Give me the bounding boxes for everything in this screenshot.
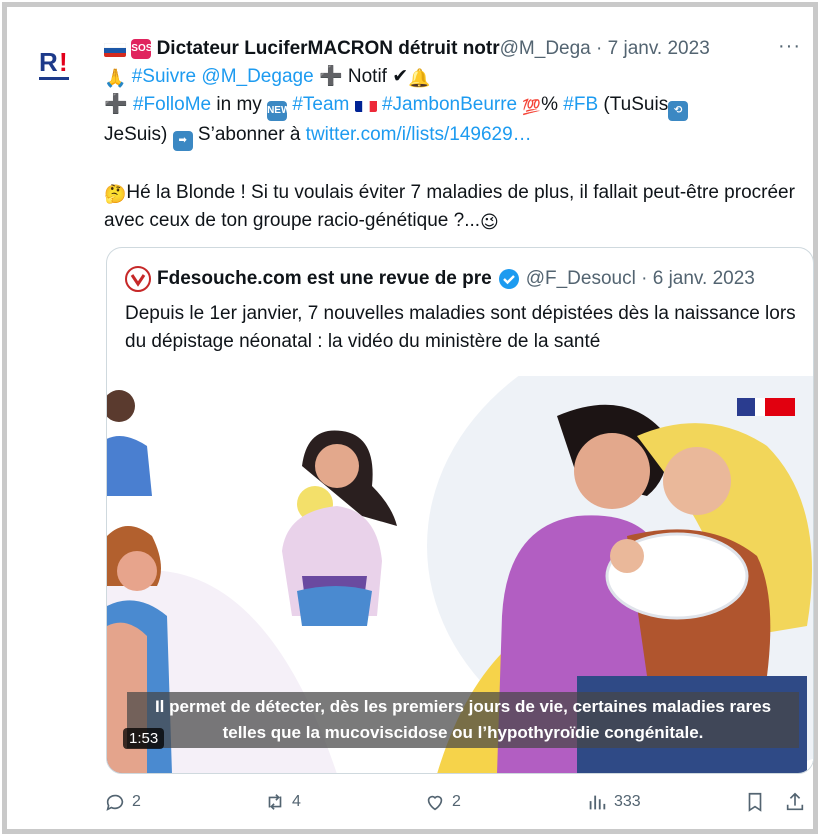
hashtag-followme[interactable]: #FolloMe [133,94,211,115]
retweet-icon [268,794,282,810]
views-count: 333 [614,793,641,810]
svg-text:R: R [39,47,58,77]
bell-icon: 🔔 [408,68,431,88]
plus-icon: ➕ [318,66,343,87]
quoted-author-name[interactable]: Fdesouche.com est une revue de pre [157,268,492,290]
video-player[interactable]: Il permet de détecter, dès les premiers … [107,376,813,773]
check-mark-icon: ✔ [392,66,409,87]
quoted-author-avatar[interactable] [125,266,151,292]
author-name[interactable]: Dictateur LuciferMACRON détruit notr [157,38,500,60]
plus-icon: ➕ [104,94,128,115]
percent-text: % [541,94,559,115]
more-options-icon[interactable]: ··· [778,35,801,58]
jesuis-text: JeSuis) [104,124,168,145]
quoted-tweet-header: Fdesouche.com est une revue de pre @F_De… [125,266,755,292]
abonner-text: S’abonner à [192,124,306,145]
separator-dot: · [596,38,603,59]
notif-label: Notif [347,66,387,87]
tweet-date[interactable]: 7 janv. 2023 [608,38,710,60]
bookmark-button[interactable] [744,791,766,813]
heart-icon [427,795,443,811]
reply-icon [106,794,124,811]
like-count: 2 [452,793,461,810]
russia-flag-icon [104,42,126,57]
sos-icon: SOS [131,39,152,59]
repeat-icon: ⟲ [668,101,689,121]
in-my-text: in my [211,94,268,115]
tweet-header: SOS Dictateur LuciferMACRON détruit notr… [104,35,809,63]
hashtag-fb[interactable]: #FB [563,94,598,115]
tweet-body: SOS Dictateur LuciferMACRON détruit notr… [104,35,809,235]
views-button[interactable]: 333 [586,791,641,813]
separator-dot: · [641,268,648,289]
quoted-tweet[interactable]: Fdesouche.com est une revue de pre @F_De… [106,247,814,774]
verified-badge-icon [498,268,520,290]
screenshot-frame: R ! SOS Dictateur LuciferMACRON détruit … [2,2,818,834]
share-icon [786,792,804,811]
author-handle[interactable]: @M_Dega [500,38,591,60]
views-chart-icon [589,795,606,810]
new-icon: NEW [267,101,290,121]
quoted-tweet-date[interactable]: 6 janv. 2023 [653,268,755,290]
hashtag-team[interactable]: #Team [292,94,349,115]
folded-hands-icon: 🙏 [104,68,127,88]
like-button[interactable]: 2 [424,791,461,813]
france-flag-icon [354,97,377,112]
hashtag-suivre[interactable]: #Suivre [132,66,196,87]
winking-face-icon: 😉 [480,212,499,232]
retweet-count: 4 [292,793,301,810]
mention-m-degage[interactable]: @M_Degage [201,66,313,87]
right-arrow-icon: ➡ [172,131,193,151]
video-duration: 1:53 [123,728,165,749]
author-avatar[interactable]: R ! [35,41,81,87]
retweet-button[interactable]: 4 [264,791,301,813]
reply-count: 2 [132,793,141,810]
tweet-text: 🙏 #Suivre @M_Degage ➕ Notif ✔🔔 ➕ #FolloM… [104,63,809,235]
quoted-tweet-text: Depuis le 1er janvier, 7 nouvelles malad… [125,303,796,352]
reply-button[interactable]: 2 [104,791,141,813]
tweet-actions: 2 4 2 333 [104,791,809,819]
bookmark-icon [748,792,762,812]
share-button[interactable] [784,791,806,813]
svg-text:!: ! [59,47,68,77]
quoted-author-handle[interactable]: @F_Desoucl [526,268,636,290]
hashtag-jambonbeurre[interactable]: #JambonBeurre [382,94,517,115]
thinking-face-icon: 🤔 [104,184,127,204]
tusuis-text: (TuSuis [598,94,669,115]
video-caption: Il permet de détecter, dès les premiers … [127,692,799,748]
hundred-points-icon: 💯 [522,99,542,116]
list-link[interactable]: twitter.com/i/lists/149629… [306,124,532,145]
tweet-paragraph-2: Hé la Blonde ! Si tu voulais éviter 7 ma… [104,182,795,231]
